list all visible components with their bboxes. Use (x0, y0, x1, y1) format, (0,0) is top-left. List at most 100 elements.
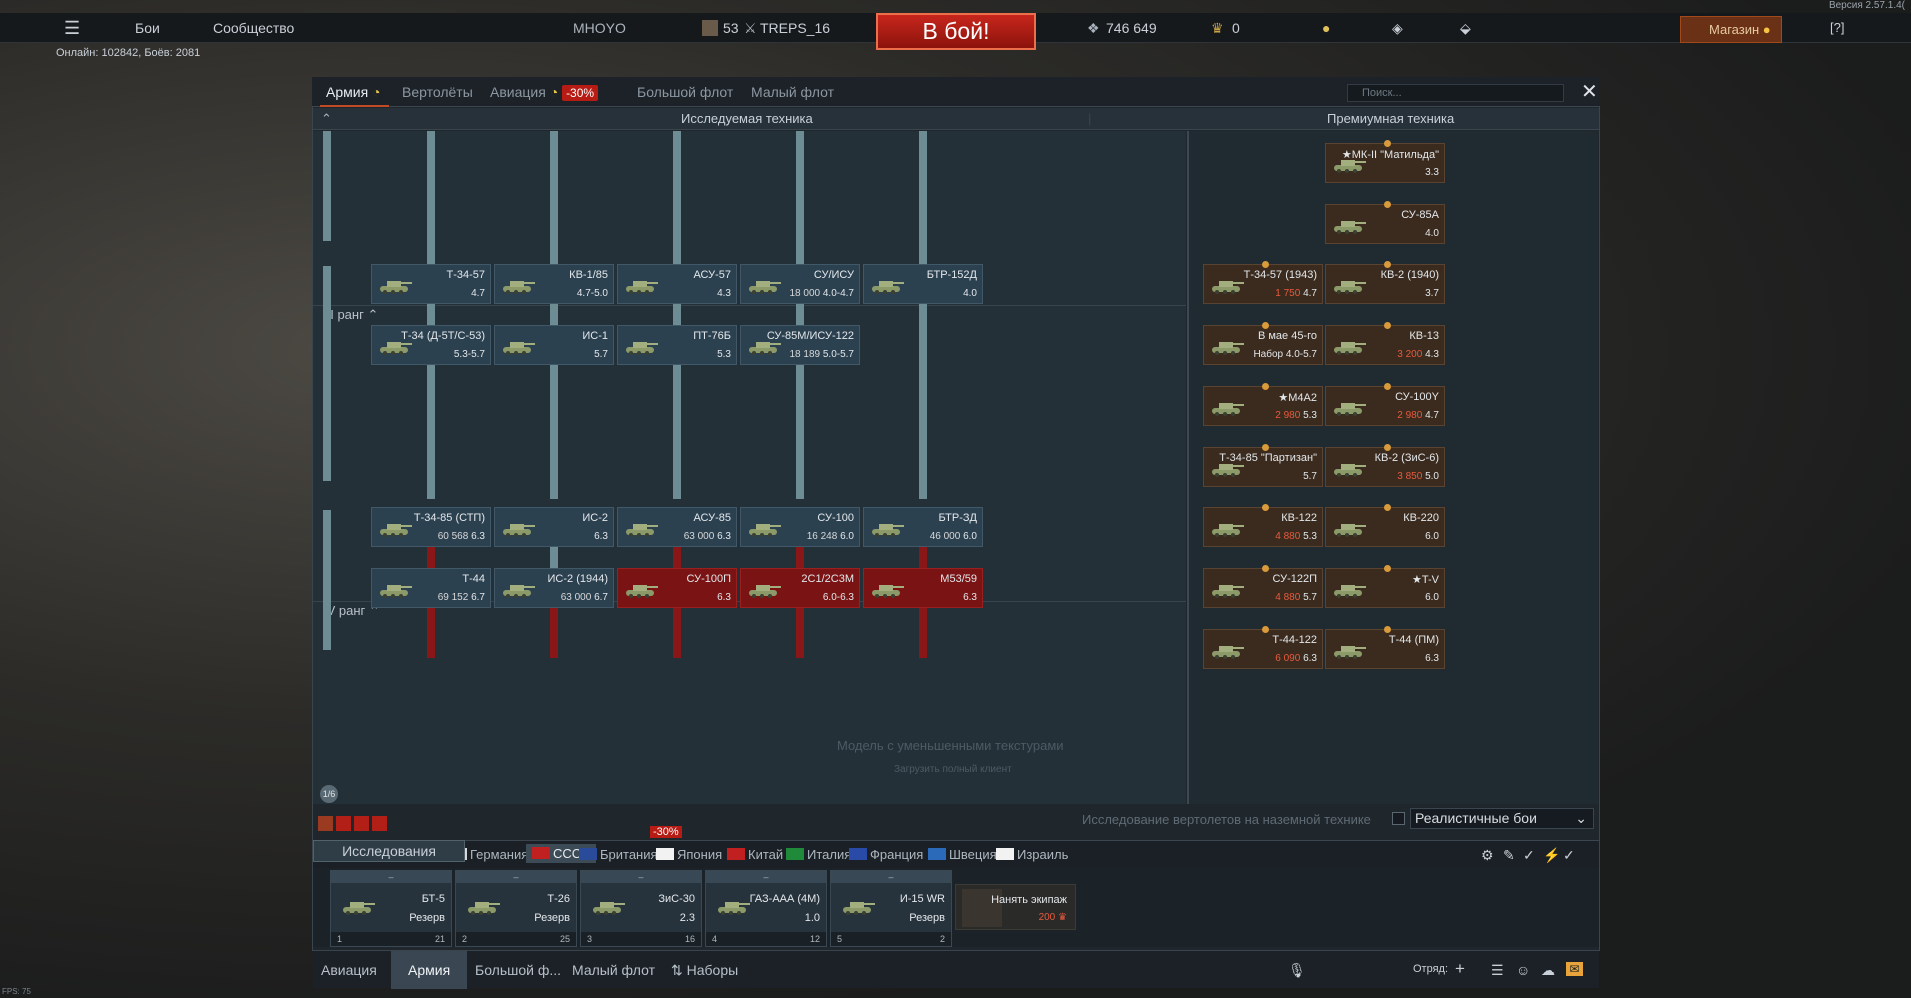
page-indicator[interactable]: 1/6 (320, 785, 338, 803)
nation-4[interactable]: Япония (656, 847, 722, 862)
vehicle-card[interactable]: ★T-V 6.0 (1325, 565, 1445, 608)
crew-slot[interactable]: – БТ-5 Резерв 1 21 (330, 870, 452, 947)
percent-filter-icon[interactable] (372, 816, 387, 831)
vehicle-card[interactable]: СУ/ИСУ 18 000 4.0-4.7 (740, 264, 860, 304)
shop-button[interactable]: Магазин ● (1680, 16, 1782, 43)
squad-label[interactable]: МНОYO (573, 13, 626, 43)
collapse-icon[interactable]: ⌃ (321, 111, 332, 127)
nation-3[interactable]: Британия (579, 847, 658, 862)
vehicle-card[interactable]: КВ-13 3 200 4.3 (1325, 322, 1445, 365)
vehicle-card[interactable]: СУ-85А 4.0 (1325, 201, 1445, 244)
check-all-icon[interactable]: ✓ (1563, 848, 1575, 862)
tab-coastal-bottom[interactable]: Малый флот (572, 951, 655, 989)
bolt-icon[interactable]: ⚡ (1543, 848, 1560, 862)
vehicle-card[interactable]: Т-34-57 (1943) 1 750 4.7 (1203, 261, 1323, 304)
tab-army[interactable]: Армия ◔ (320, 77, 389, 107)
fight-button[interactable]: В бой! (876, 13, 1036, 50)
vehicle-card[interactable]: БТР-152Д 4.0 (863, 264, 983, 304)
vehicle-card[interactable]: ИС-2 (1944) 63 000 6.7 (494, 568, 614, 608)
player-name[interactable]: TREPS_16 (760, 13, 830, 43)
vehicle-card[interactable]: Т-34-85 "Партизан" 5.7 (1203, 444, 1323, 487)
crew-slot[interactable]: – ЗиС-30 2.3 3 16 (580, 870, 702, 947)
tab-aviation[interactable]: Авиация ◔ -30% (490, 77, 599, 107)
hire-crew-slot[interactable]: Нанять экипаж 200 ♛ (955, 884, 1076, 930)
lightbulb-icon[interactable]: ● (1322, 13, 1330, 43)
research-toggle-button[interactable]: Исследования (313, 840, 465, 862)
star-filter-icon[interactable] (318, 816, 333, 831)
tab-army-bottom[interactable]: Армия (391, 951, 468, 989)
mail-icon[interactable]: ✉ (1566, 962, 1583, 976)
vehicle-card[interactable]: М53/59 6.3 (863, 568, 983, 608)
vehicle-card[interactable]: СУ-100П 6.3 (617, 568, 737, 608)
vehicle-card[interactable]: Т-34-57 4.7 (371, 264, 491, 304)
presets-button[interactable]: ⇅ Наборы (671, 951, 738, 989)
vehicle-card[interactable]: ПТ-76Б 5.3 (617, 325, 737, 365)
list-icon[interactable]: ☰ (1491, 963, 1504, 977)
vehicle-card[interactable]: ★M4A2 2 980 5.3 (1203, 383, 1323, 426)
vehicle-card[interactable]: АСУ-85 63 000 6.3 (617, 507, 737, 547)
vehicle-card[interactable]: Т-34 (Д-5Т/С-53) 5.3-5.7 (371, 325, 491, 365)
battles-menu[interactable]: Бои (135, 13, 160, 43)
crew-slot[interactable]: – Т-26 Резерв 2 25 (455, 870, 577, 947)
check-icon[interactable]: ✓ (1523, 848, 1535, 862)
nation-7[interactable]: Франция (849, 847, 923, 862)
heli-research-checkbox[interactable] (1392, 812, 1405, 825)
vehicle-card[interactable]: Т-44 69 152 6.7 (371, 568, 491, 608)
download-client-link[interactable]: Загрузить полный клиент (894, 764, 1012, 775)
microphone-icon[interactable]: 🎙 (1288, 963, 1306, 977)
vehicle-card[interactable]: КВ-122 4 880 5.3 (1203, 504, 1323, 547)
tab-bluewater-fleet[interactable]: Большой флот (637, 77, 733, 107)
vehicle-name: СУ-85М/ИСУ-122 (766, 330, 854, 342)
rank-3-label[interactable]: III ранг ⌃ (323, 307, 378, 323)
vehicle-card[interactable]: СУ-100Y 2 980 4.7 (1325, 383, 1445, 426)
ticket-icon[interactable]: ⬙ (1460, 13, 1471, 43)
vehicle-card[interactable]: ★МК-II "Матильда" 3.3 (1325, 140, 1445, 183)
tab-aviation-bottom[interactable]: Авиация (321, 951, 377, 989)
crew-slot[interactable]: – ГАЗ-ААА (4М) 1.0 4 12 (705, 870, 827, 947)
vehicle-card[interactable]: СУ-122П 4 880 5.7 (1203, 565, 1323, 608)
nation-9[interactable]: Израиль (996, 847, 1068, 862)
vehicle-card[interactable]: Т-44 (ПМ) 6.3 (1325, 626, 1445, 669)
vehicle-card[interactable]: АСУ-57 4.3 (617, 264, 737, 304)
vehicle-card[interactable]: Т-34-85 (СТП) 60 568 6.3 (371, 507, 491, 547)
vehicle-name: Т-34-85 "Партизан" (1219, 452, 1317, 464)
avatar[interactable] (702, 20, 718, 36)
vehicle-card[interactable]: ИС-2 6.3 (494, 507, 614, 547)
vehicle-card[interactable]: КВ-2 (1940) 3.7 (1325, 261, 1445, 304)
vehicle-card[interactable]: БТР-ЗД 46 000 6.0 (863, 507, 983, 547)
close-icon[interactable]: ✕ (1581, 77, 1598, 107)
nation-6[interactable]: Италия (786, 847, 851, 862)
vehicle-card[interactable]: СУ-100 16 248 6.0 (740, 507, 860, 547)
vehicle-card[interactable]: КВ-1/85 4.7-5.0 (494, 264, 614, 304)
menu-icon[interactable]: ☰ (64, 13, 80, 43)
gear-icon[interactable]: ⚙ (1481, 848, 1494, 862)
vehicle-card[interactable]: КВ-2 (ЗиС-6) 3 850 5.0 (1325, 444, 1445, 487)
tab-bluewater-bottom[interactable]: Большой ф... (475, 951, 561, 989)
vehicle-card[interactable]: ИС-1 5.7 (494, 325, 614, 365)
battle-mode-select[interactable]: Реалистичные бои ⌄ (1410, 808, 1594, 829)
vehicle-name: СУ-100П (686, 573, 732, 585)
list-filter-icon[interactable] (354, 816, 369, 831)
community-menu[interactable]: Сообщество (213, 13, 294, 43)
nation-5[interactable]: Китай (727, 847, 783, 862)
vehicle-card[interactable]: 2С1/2С3М 6.0-6.3 (740, 568, 860, 608)
vehicle-card[interactable]: СУ-85М/ИСУ-122 18 189 5.0-5.7 (740, 325, 860, 365)
vehicle-card[interactable]: КВ-220 6.0 (1325, 504, 1445, 547)
vehicle-card[interactable]: Т-44-122 6 090 6.3 (1203, 626, 1323, 669)
chat-icon[interactable]: ☁ (1541, 963, 1555, 977)
tab-helicopters[interactable]: Вертолёты (402, 77, 473, 107)
plus-icon[interactable]: + (1455, 960, 1465, 977)
help-icon[interactable]: [?] (1830, 13, 1844, 43)
flag-icon (727, 848, 745, 860)
contacts-icon[interactable]: ☺ (1516, 963, 1530, 977)
wrench-icon[interactable]: ✎ (1503, 848, 1515, 862)
wheel-icon[interactable]: ◈ (1392, 13, 1403, 43)
nation-8[interactable]: Швеция (928, 847, 997, 862)
vehicle-card[interactable]: В мае 45-го Набор 4.0-5.7 (1203, 322, 1323, 365)
crew-slot[interactable]: – И-15 WR Резерв 5 2 (830, 870, 952, 947)
premium-pin-icon (1262, 504, 1269, 511)
tank-icon (501, 517, 535, 539)
clock-filter-icon[interactable] (336, 816, 351, 831)
search-input[interactable]: Поиск... (1347, 84, 1564, 102)
tab-coastal-fleet[interactable]: Малый флот (751, 77, 834, 107)
